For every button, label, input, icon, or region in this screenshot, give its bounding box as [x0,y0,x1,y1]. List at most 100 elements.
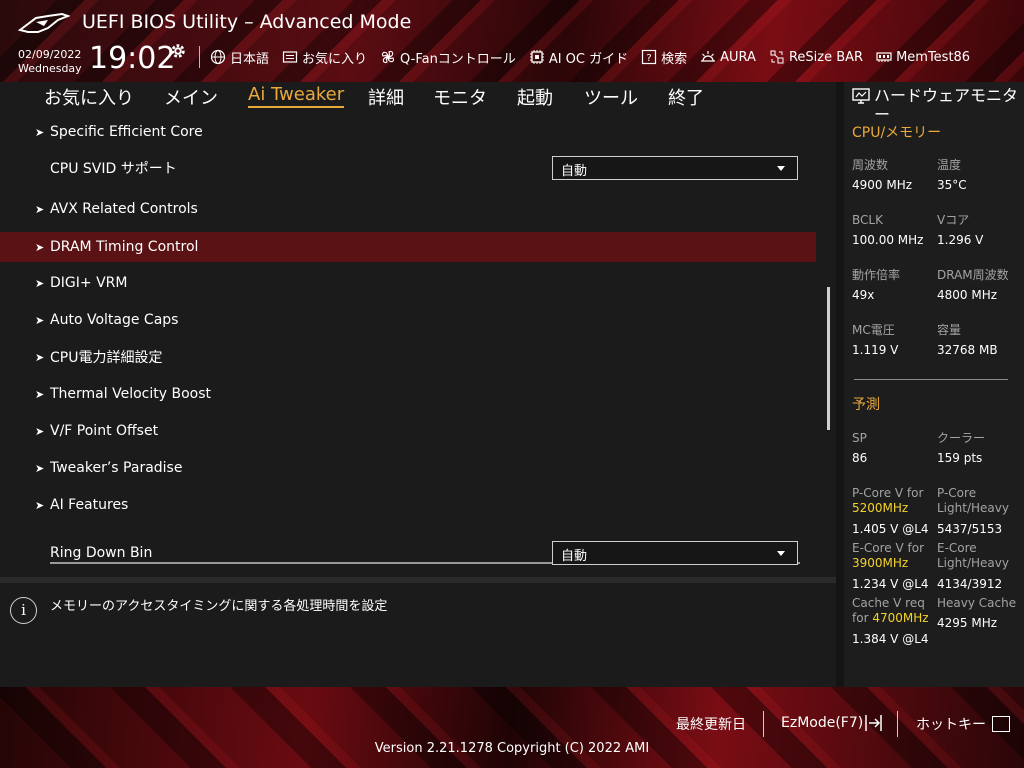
ecore-v-label: E-Core V for [852,541,925,555]
resize-bar-button[interactable]: ReSize BAR [769,49,863,65]
footer-bar: 最終更新日 EzMode(F7) ホットキー Version 2.21.1278… [0,687,1024,768]
hw-label: BCLK [852,213,883,227]
hw-label: SP [852,431,867,445]
hw-value: 1.119 V [852,343,899,357]
setting-auto-voltage-caps[interactable]: ➤ Auto Voltage Caps [0,305,816,335]
setting-label: Tweaker’s Paradise [50,460,183,476]
version-text: Version 2.21.1278 Copyright (C) 2022 AMI [374,741,650,756]
date-display: 02/09/2022 Wednesday [18,48,82,76]
submenu-arrow-icon: ➤ [35,498,45,512]
setting-dram-timing-control[interactable]: ➤ DRAM Timing Control [0,232,816,262]
hw-value: 86 [852,451,868,465]
submenu-arrow-icon: ➤ [35,461,45,475]
tab-monitor[interactable]: モニタ [433,84,487,110]
help-panel: i メモリーのアクセスタイミングに関する各処理時間を設定 [0,583,836,687]
ecore-lh-label-1: E-Core [937,541,977,555]
fan-icon [381,50,395,64]
header-bar: UEFI BIOS Utility – Advanced Mode 02/09/… [0,0,1024,82]
help-text: メモリーのアクセスタイミングに関する各処理時間を設定 [50,599,388,614]
settings-list: ➤ Specific Efficient Core CPU SVID サポート … [0,114,836,576]
prediction-section-title: 予測 [852,397,880,413]
hw-label: E-Core Light/Heavy [937,541,1009,571]
ezmode-button[interactable]: EzMode(F7) [781,714,883,732]
aura-label: AURA [720,49,756,65]
language-label: 日本語 [230,51,270,67]
submenu-arrow-icon: ➤ [35,240,45,254]
memtest-icon [876,52,892,62]
ring-down-bin-dropdown[interactable]: 自動 [552,541,798,565]
settings-scrollbar[interactable] [827,287,830,430]
hw-label: 周波数 [852,158,889,172]
hw-label: P-Core V for 5200MHz [852,486,923,516]
setting-digi-vrm[interactable]: ➤ DIGI+ VRM [0,268,816,298]
hw-value: 1.296 V [937,233,984,247]
submenu-arrow-icon: ➤ [35,202,45,216]
setting-vf-point-offset[interactable]: ➤ V/F Point Offset [0,416,816,446]
last-modified-label: 最終更新日 [676,717,746,733]
cpu-memory-section-title: CPU/メモリー [852,125,942,141]
hw-label: Vコア [937,213,970,227]
globe-icon [210,49,226,65]
setting-specific-efficient-core[interactable]: ➤ Specific Efficient Core [0,117,816,147]
setting-thermal-velocity-boost[interactable]: ➤ Thermal Velocity Boost [0,379,816,409]
cpu-svid-dropdown[interactable]: 自動 [552,156,798,180]
hw-value: 159 pts [937,451,983,465]
favorites-button[interactable]: お気に入り [282,48,367,67]
monitor-icon [852,88,870,104]
setting-label: Specific Efficient Core [50,124,203,140]
setting-label: AI Features [50,497,129,513]
hotkey-icon [992,716,1010,732]
setting-label: Thermal Velocity Boost [50,386,211,402]
setting-ai-features[interactable]: ➤ AI Features [0,490,816,520]
tab-ai-tweaker[interactable]: Ai Tweaker [248,84,345,108]
language-button[interactable]: 日本語 [210,48,269,67]
setting-label: CPU SVID サポート [50,161,177,177]
hw-monitor-title: ハードウェアモニター [852,86,1022,124]
hw-label: DRAM周波数 [937,268,1009,282]
aura-button[interactable]: AURA [700,49,756,65]
cache-v-prefix: for [852,611,873,625]
app-title: UEFI BIOS Utility – Advanced Mode [82,11,412,33]
ecore-v-freq: 3900MHz [852,556,909,570]
resize-bar-icon [770,50,784,64]
help-search-icon: ? [642,49,657,65]
last-modified-button[interactable]: 最終更新日 [676,714,746,734]
hw-value: 1.234 V @L4 [852,577,929,591]
chevron-down-icon [777,166,785,171]
gear-icon[interactable] [169,42,187,60]
setting-label: Ring Down Bin [50,545,153,561]
tab-boot[interactable]: 起動 [517,84,553,110]
cache-v-label: Cache V req [852,596,925,610]
main-menu-bar: お気に入り メイン Ai Tweaker 詳細 モニタ 起動 ツール 終了 [0,82,836,114]
date-text: 02/09/2022 [18,48,82,61]
tab-advanced[interactable]: 詳細 [368,84,404,110]
tab-exit[interactable]: 終了 [668,84,704,110]
favorites-label: お気に入り [302,51,368,67]
setting-cpu-power-details[interactable]: ➤ CPU電力詳細設定 [0,342,816,372]
setting-label: DIGI+ VRM [50,275,128,291]
tab-main[interactable]: メイン [164,84,218,110]
memtest-button[interactable]: MemTest86 [876,49,970,65]
ai-oc-button[interactable]: AI OC ガイド [529,48,628,67]
setting-tweakers-paradise[interactable]: ➤ Tweaker’s Paradise [0,453,816,483]
hotkeys-button[interactable]: ホットキー [916,714,1010,734]
setting-label: CPU電力詳細設定 [50,350,163,366]
hw-label: E-Core V for 3900MHz [852,541,924,571]
hw-value: 1.384 V @L4 [852,632,929,646]
svg-text:?: ? [646,53,651,64]
search-label: 検索 [661,51,688,67]
tab-favorites[interactable]: お気に入り [44,84,134,110]
setting-label: Auto Voltage Caps [50,312,179,328]
setting-avx-related-controls[interactable]: ➤ AVX Related Controls [0,194,816,224]
toolbar-divider [199,46,200,68]
dropdown-value: 自動 [561,549,588,564]
submenu-arrow-icon: ➤ [35,350,45,364]
tab-tool[interactable]: ツール [584,84,638,110]
search-button[interactable]: ? 検索 [641,48,687,67]
hw-value: 4900 MHz [852,178,913,192]
top-toolbar: 日本語 お気に入り Q-Fanコントロール AI OC ガイド ? 検索 AUR… [199,46,983,68]
hw-value: 4134/3912 [937,577,1003,591]
qfan-button[interactable]: Q-Fanコントロール [380,48,516,67]
exit-arrow-icon [865,715,882,731]
setting-label: DRAM Timing Control [50,239,199,255]
